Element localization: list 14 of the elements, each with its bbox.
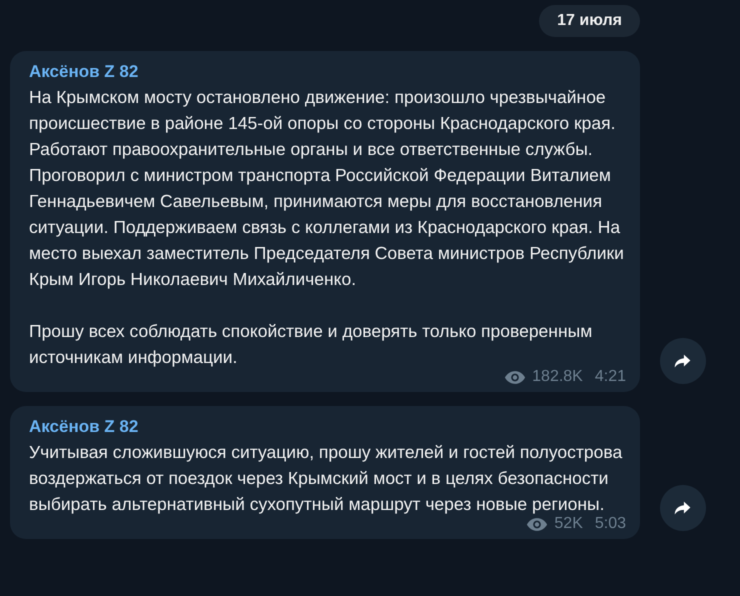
author-name[interactable]: Аксёнов Z 82	[29, 62, 626, 82]
view-count: 52K	[554, 515, 583, 533]
date-badge: 17 июля	[539, 5, 640, 37]
forward-button[interactable]	[660, 485, 706, 531]
eye-icon	[504, 370, 526, 384]
message-text: Прошу всех соблюдать спокойствие и доверять только проверенным источникам информации.	[29, 320, 594, 369]
forward-button[interactable]	[660, 338, 706, 384]
message-time: 5:03	[594, 515, 626, 533]
view-count: 182.8K	[532, 368, 583, 386]
message-text: Учитывая сложившуюся ситуацию, прошу жителей и гостей полуострова воздержаться от поездок через Крымский мост и в целях безопасности выбирать альтернативный сухопутный маршрут через новые регионы.	[29, 441, 624, 516]
author-name[interactable]: Аксёнов Z 82	[29, 417, 626, 437]
eye-icon	[526, 516, 548, 532]
message-text: На Крымском мосту остановлено движение: произошло чрезвычайное происшествие в районе 145-ой опоры со стороны Краснодарского края. Работают правоохранительные органы и все ответственные службы. Проговорил с министром транспорта Российской Федерации Виталием Геннадьевичем Савельевым, принимаются меры для восстановления ситуации. Поддерживаем связь с коллегами из Краснодарского края. На место выехал заместитель Председателя Совета министров Республики Крым Игорь Николаевич Михайличенко.	[29, 86, 625, 291]
message-time: 4:21	[594, 368, 626, 386]
